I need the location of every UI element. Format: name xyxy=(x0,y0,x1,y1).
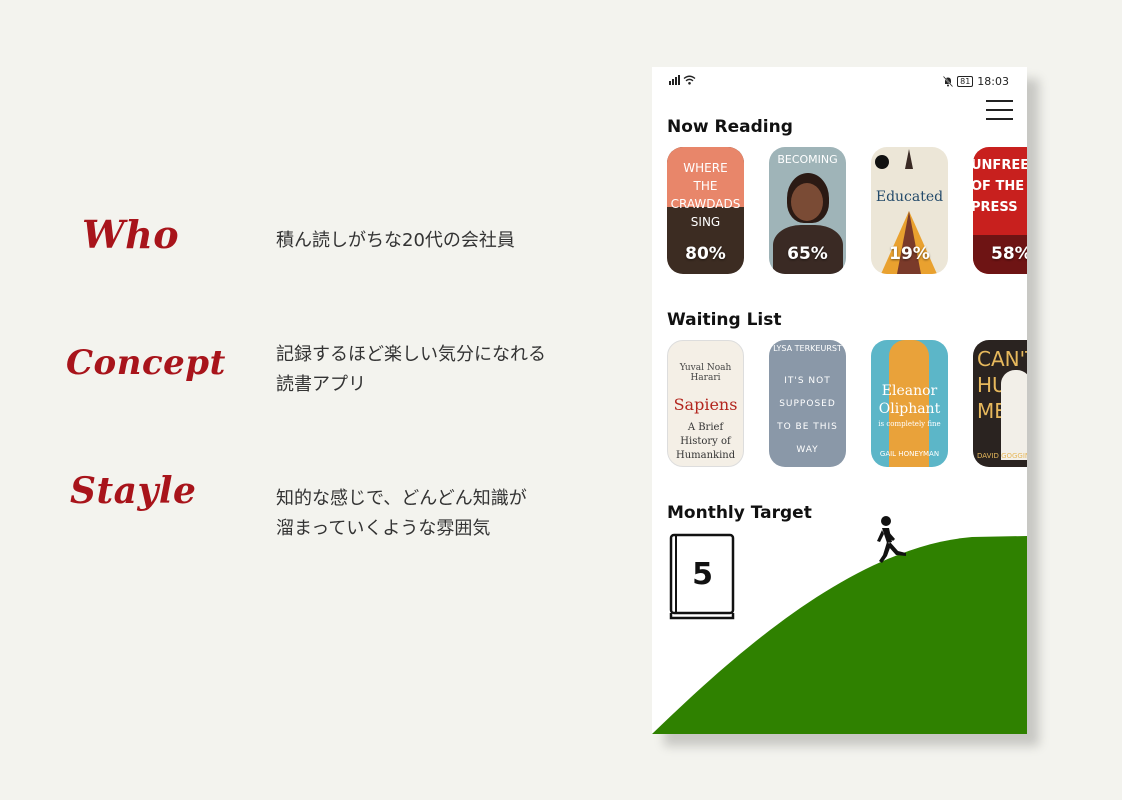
signal-icon xyxy=(669,75,680,85)
now-reading-book-2[interactable]: BECOMING 65% xyxy=(769,147,846,274)
book-cover-title: IT'S NOT SUPPOSED TO BE THIS WAY xyxy=(777,376,838,455)
book-cover-title: BECOMING xyxy=(777,153,838,166)
book-cover-title: UNFREEDOM OF THE PRESS xyxy=(973,158,1027,215)
status-bar: 81 18:03 xyxy=(652,73,1027,91)
book-author: GAIL HONEYMAN xyxy=(879,450,940,458)
book-cover-title: Sapiens xyxy=(673,395,738,414)
now-reading-title: Now Reading xyxy=(667,117,793,137)
book-author: Yuval Noah Harari xyxy=(679,363,732,383)
book-progress: 65% xyxy=(787,244,828,264)
walking-person-icon xyxy=(877,516,906,563)
phone-screen: 81 18:03 Now Reading WHERE THE CRAWDADS … xyxy=(652,67,1027,734)
persona-label-concept: Concept xyxy=(66,343,226,383)
book-author: DAVID GOGGINS xyxy=(977,452,1027,460)
waiting-list: Yuval Noah Harari Sapiens A Brief Histor… xyxy=(667,340,1027,467)
hamburger-menu-icon[interactable] xyxy=(986,100,1013,120)
book-progress: 19% xyxy=(889,244,930,264)
book-subtitle: A Brief History of Humankind xyxy=(676,422,736,461)
persona-text-concept: 記録するほど楽しい気分になれる 読書アプリ xyxy=(276,344,546,395)
status-time: 18:03 xyxy=(977,75,1009,88)
waiting-book-1[interactable]: Yuval Noah Harari Sapiens A Brief Histor… xyxy=(667,340,744,467)
book-cover-title: WHERE THE CRAWDADS SING xyxy=(670,161,741,229)
persona-text-who: 積ん読しがちな20代の会社員 xyxy=(276,230,515,251)
now-reading-book-3[interactable]: Educated 19% xyxy=(871,147,948,274)
mute-bell-icon xyxy=(943,76,954,87)
book-progress: 80% xyxy=(685,244,726,264)
waiting-book-2[interactable]: LYSA TERKEURST IT'S NOT SUPPOSED TO BE T… xyxy=(769,340,846,467)
persona-label-who: Who xyxy=(82,212,180,257)
wifi-icon xyxy=(683,75,696,85)
book-subtitle: is completely fine xyxy=(878,420,941,428)
now-reading-book-4[interactable]: UNFREEDOM OF THE PRESS 58% xyxy=(973,147,1027,274)
book-author: LYSA TERKEURST xyxy=(773,344,842,353)
persona-label-style: Stayle xyxy=(70,470,197,512)
battery-icon: 81 xyxy=(957,76,974,87)
waiting-list-title: Waiting List xyxy=(667,310,782,330)
waiting-book-3[interactable]: Eleanor Oliphant is completely fine GAIL… xyxy=(871,340,948,467)
persona-text-style: 知的な感じで、どんどん知識が 溜まっていくような雰囲気 xyxy=(276,488,527,539)
waiting-book-4[interactable]: CAN'T HURT ME DAVID GOGGINS xyxy=(973,340,1027,467)
now-reading-book-1[interactable]: WHERE THE CRAWDADS SING 80% xyxy=(667,147,744,274)
monthly-target-count: 5 xyxy=(692,557,713,592)
now-reading-list: WHERE THE CRAWDADS SING 80% BECOMING 65%… xyxy=(667,147,1027,274)
book-progress: 58% xyxy=(991,244,1027,264)
book-cover-title: Eleanor Oliphant xyxy=(878,383,941,417)
